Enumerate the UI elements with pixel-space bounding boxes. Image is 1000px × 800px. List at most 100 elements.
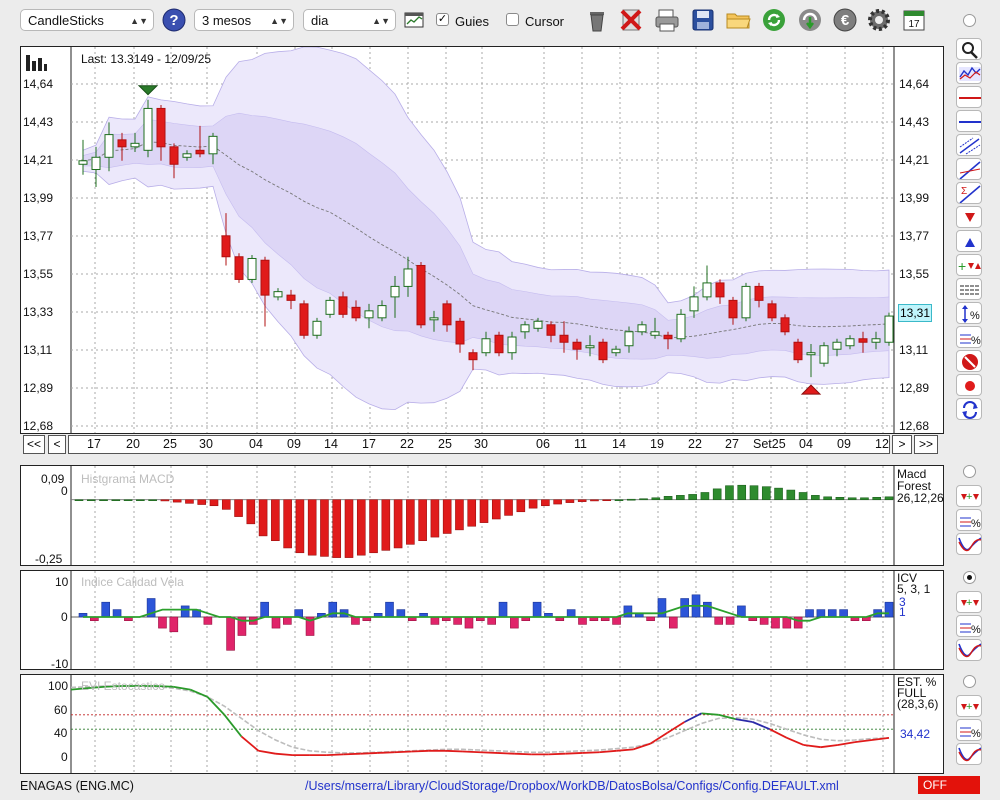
date-tick: 22	[400, 437, 414, 451]
macd-panel-radio[interactable]	[963, 465, 976, 478]
refresh-button[interactable]	[761, 7, 787, 33]
off-badge[interactable]: OFF	[918, 776, 980, 794]
candle-mode-button[interactable]	[956, 62, 982, 84]
stochastic-panel-signals-button[interactable]: +	[956, 695, 982, 717]
nav-next-button[interactable]: >	[892, 435, 912, 454]
macd-bar	[209, 499, 219, 507]
cursor-checkbox[interactable]	[506, 13, 519, 26]
config-path[interactable]: /Users/mserra/Library/CloudStorage/Dropb…	[305, 779, 839, 793]
lines-layout-icon	[960, 285, 980, 295]
open-button[interactable]	[725, 7, 751, 33]
sum-trend-button[interactable]: Σ	[956, 182, 982, 204]
cursor-label: Cursor	[525, 14, 565, 29]
candle-up	[273, 291, 283, 298]
macd-legend-3: 26,12,26	[897, 491, 944, 505]
macd-bar	[614, 499, 624, 502]
nav-last-button[interactable]: >>	[914, 435, 938, 454]
candle-down	[572, 341, 582, 350]
percent-lines-button[interactable]: %	[956, 326, 982, 348]
buy-sell-arrows-icon: +	[961, 701, 979, 713]
download-cycle-icon	[799, 9, 821, 31]
icv-panel[interactable]: Indice Calidad Vela 10 0 -10 ICV 5, 3, 1…	[20, 570, 944, 671]
zoom-button[interactable]	[956, 38, 982, 60]
macd-panel-percent-lines-button[interactable]: %	[956, 509, 982, 531]
layout-lines-button[interactable]	[956, 278, 982, 300]
macd-panel-signals-button[interactable]: +	[956, 485, 982, 507]
candle-down	[260, 259, 270, 296]
date-tick: 12	[875, 437, 889, 451]
swap-button[interactable]	[956, 398, 982, 420]
horizontal-red-line-button[interactable]	[956, 86, 982, 108]
trash-button[interactable]	[584, 7, 610, 33]
percent-range-button[interactable]: %	[956, 302, 982, 324]
icv-tick-bottom: -10	[51, 657, 69, 671]
stoch-k-segment	[360, 752, 378, 755]
macd-bar	[111, 499, 121, 502]
icv-panel-signals-button[interactable]: +	[956, 591, 982, 613]
stop-button[interactable]	[956, 350, 982, 372]
candle-up	[884, 315, 894, 343]
price-tick-left: 14,43	[23, 115, 54, 129]
icv-panel-oscillator-button[interactable]	[956, 639, 982, 661]
trend-line-icon	[959, 161, 981, 180]
macd-bar	[234, 499, 243, 517]
settings-button[interactable]	[866, 7, 892, 33]
signals-button[interactable]: +	[956, 254, 982, 276]
calendar-button[interactable]: 17	[901, 7, 927, 33]
save-button[interactable]	[690, 7, 716, 33]
chart-window-button[interactable]	[404, 11, 424, 29]
price-chart-panel[interactable]: Last: 13.3149 - 12/09/25 14,64 14,43 14,21…	[20, 46, 944, 434]
macd-bar	[860, 497, 869, 501]
stochastic-panel-percent-lines-button[interactable]: %	[956, 719, 982, 741]
currency-button[interactable]: €	[832, 7, 858, 33]
stochastic-panel-oscillator-button[interactable]	[956, 743, 982, 765]
candle-up	[247, 257, 257, 280]
icv-panel-radio[interactable]	[963, 571, 976, 584]
record-button[interactable]	[956, 374, 982, 396]
top-radio[interactable]	[963, 14, 976, 27]
buy-arrow-button[interactable]	[956, 230, 982, 252]
download-button[interactable]	[797, 7, 823, 33]
icv-bar	[725, 616, 735, 625]
stochastic-panel[interactable]: EVI Estocástico 100 60 40 0 EST. % FULL …	[20, 674, 944, 774]
ticker-label: ENAGAS (ENG.MC)	[20, 779, 134, 793]
nav-prev-label: <	[53, 437, 61, 451]
horizontal-blue-line-button[interactable]	[956, 110, 982, 132]
help-button[interactable]: ?	[161, 7, 187, 33]
candle-down	[286, 294, 296, 301]
print-button[interactable]	[654, 7, 680, 33]
nav-first-button[interactable]: <<	[23, 435, 45, 454]
date-tick: 25	[163, 437, 177, 451]
date-tick: 19	[650, 437, 664, 451]
stoch-k-segment	[565, 752, 583, 755]
sell-arrow-button[interactable]	[956, 206, 982, 228]
guides-checkbox[interactable]: ✓	[436, 13, 449, 26]
icv-panel-percent-lines-button[interactable]: %	[956, 615, 982, 637]
stochastic-panel-radio[interactable]	[963, 675, 976, 688]
candle-down	[793, 341, 803, 361]
interval-select[interactable]: dia ▲▼	[303, 9, 396, 31]
icv-value-b: 1	[899, 605, 906, 619]
macd-panel[interactable]: Histgrama MACD 0,09 0 -0,25 Macd Forest …	[20, 465, 944, 566]
candle-up	[130, 142, 140, 148]
icv-tick-top: 10	[55, 575, 69, 589]
date-tick: 04	[799, 437, 813, 451]
macd-panel-oscillator-button[interactable]	[956, 533, 982, 555]
chart-type-select[interactable]: CandleSticks ▲▼	[20, 9, 154, 31]
arrow-up-blue-icon	[965, 238, 975, 247]
period-select[interactable]: 3 mesos ▲▼	[194, 9, 294, 31]
trend-line-button[interactable]	[956, 158, 982, 180]
stoch-k-segment	[599, 749, 617, 754]
delete-button[interactable]	[618, 7, 644, 33]
nav-prev-button[interactable]: <	[48, 435, 66, 454]
svg-text:%: %	[970, 310, 980, 322]
candle-down	[468, 352, 478, 361]
icv-bar	[771, 616, 780, 629]
stoch-k-segment	[854, 739, 873, 744]
chevron-updown-icon: ▲▼	[372, 16, 390, 26]
date-tick: 30	[199, 437, 213, 451]
percent-range-icon: %	[962, 305, 980, 323]
trend-channel-button[interactable]	[956, 134, 982, 156]
macd-bar	[761, 486, 771, 501]
price-tick-left: 13,55	[23, 267, 54, 281]
